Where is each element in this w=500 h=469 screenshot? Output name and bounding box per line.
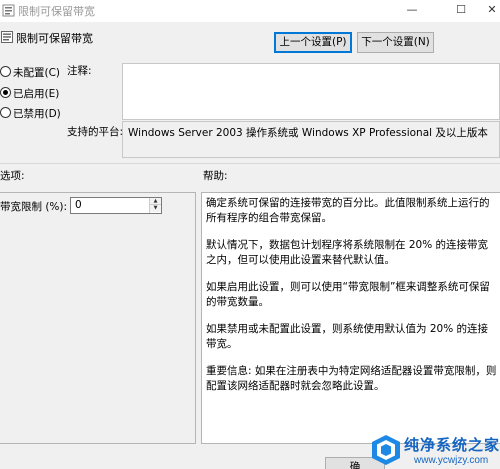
watermark-logo-icon — [372, 435, 400, 465]
policy-document-icon — [1, 31, 13, 43]
radio-not-configured-label: 未配置(C) — [13, 67, 61, 79]
help-paragraph: 重要信息: 如果在注册表中为特定网络适配器设置带宽限制，则配置该网络适配器时就会… — [206, 365, 497, 392]
radio-enabled-circle[interactable] — [0, 87, 11, 98]
policy-title: 限制可保留带宽 — [16, 32, 93, 45]
bandwidth-limit-value[interactable]: 0 — [75, 199, 82, 211]
close-button[interactable]: ✕ — [482, 2, 500, 18]
help-paragraph: 如果禁用或未配置此设置，则系统使用默认值为 20% 的连接带宽。 — [206, 323, 489, 350]
spin-up-arrow-icon[interactable]: ▲ — [150, 198, 161, 205]
spin-down-arrow-icon[interactable]: ▼ — [150, 205, 161, 212]
bandwidth-limit-spinbox[interactable]: 0 ▲ ▼ — [70, 197, 162, 214]
previous-setting-button[interactable]: 上一个设置(P) — [274, 32, 352, 53]
window-title: 限制可保留带宽 — [18, 5, 95, 18]
supported-on-label: 支持的平台: — [67, 126, 124, 138]
help-paragraph: 默认情况下，数据包计划程序将系统限制在 20% 的连接带宽之内，但可以使用此设置… — [206, 239, 489, 266]
radio-not-configured-circle[interactable] — [0, 66, 11, 77]
help-text-panel: 确定系统可保留的连接带宽的百分比。此值限制系统上运行的所有程序的组合带宽保留。 … — [201, 192, 500, 444]
spin-buttons: ▲ ▼ — [149, 198, 161, 213]
watermark-title: 纯净系统之家 — [404, 436, 500, 454]
radio-disabled-label: 已禁用(D) — [13, 108, 61, 120]
comment-label: 注释: — [67, 65, 92, 77]
watermark-url: www.ycwjzy.com — [414, 455, 489, 466]
options-panel — [0, 192, 196, 444]
help-paragraph: 确定系统可保留的连接带宽的百分比。此值限制系统上运行的所有程序的组合带宽保留。 — [206, 197, 490, 224]
maximize-button[interactable]: ☐ — [451, 2, 471, 18]
radio-enabled-label: 已启用(E) — [13, 88, 60, 100]
bandwidth-limit-label: 带宽限制 (%): — [0, 201, 68, 213]
policy-setting-icon — [2, 4, 15, 17]
options-label: 选项: — [0, 170, 25, 182]
help-paragraph: 如果启用此设置，则可以使用“带宽限制”框来调整系统可保留的带宽数量。 — [206, 281, 490, 308]
minimize-button[interactable]: — — [402, 2, 422, 18]
next-setting-button[interactable]: 下一个设置(N) — [357, 32, 434, 53]
comment-textarea[interactable] — [122, 63, 500, 120]
watermark: 纯净系统之家 www.ycwjzy.com — [370, 433, 500, 469]
help-label: 帮助: — [203, 170, 228, 182]
supported-on-value: Windows Server 2003 操作系统或 Windows XP Pro… — [122, 121, 500, 158]
radio-disabled-circle[interactable] — [0, 107, 11, 118]
section-divider — [0, 163, 500, 164]
